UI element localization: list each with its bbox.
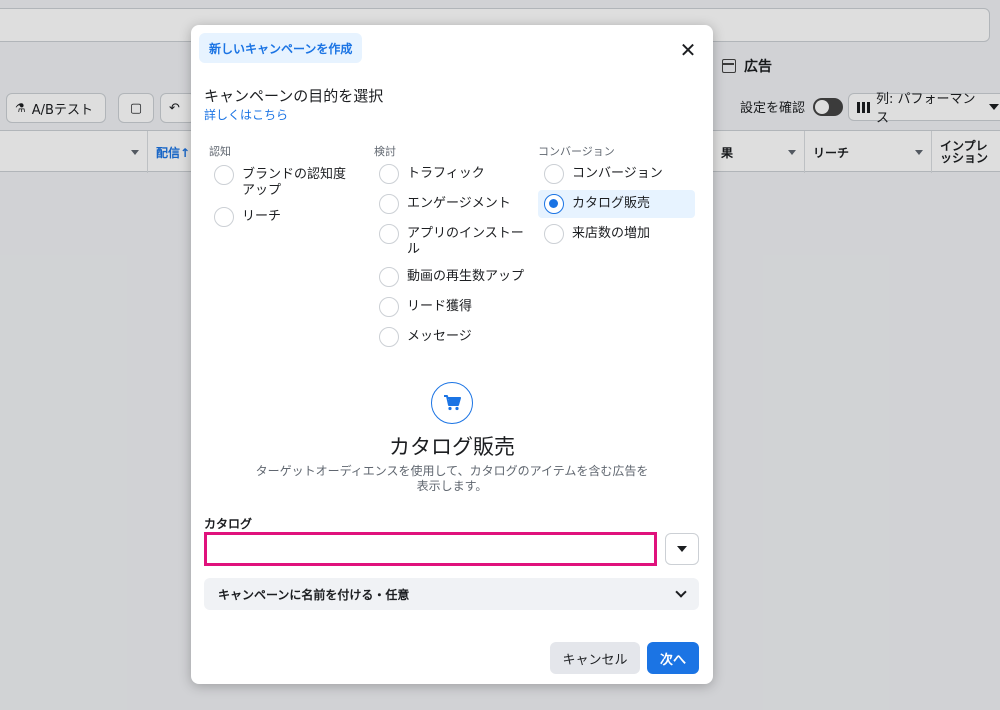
option-label: 動画の再生数アップ bbox=[407, 269, 525, 284]
catalog-label: カタログ bbox=[204, 517, 253, 531]
objective-option-reach[interactable]: リーチ bbox=[214, 207, 281, 227]
close-icon: ✕ bbox=[679, 38, 697, 62]
radio-button[interactable] bbox=[379, 297, 399, 317]
objective-option-engagement[interactable]: エンゲージメント bbox=[379, 194, 511, 214]
option-label: リーチ bbox=[242, 209, 282, 224]
campaign-name-expander[interactable]: キャンペーンに名前を付ける・任意 bbox=[204, 578, 699, 610]
option-label: エンゲージメント bbox=[407, 196, 511, 211]
group-label-conversion: コンバージョン bbox=[538, 145, 615, 158]
objective-option-brand-awareness[interactable]: ブランドの認知度アップ bbox=[214, 165, 354, 199]
radio-button[interactable] bbox=[544, 224, 564, 244]
radio-button[interactable] bbox=[379, 327, 399, 347]
option-label: ブランドの認知度アップ bbox=[242, 167, 347, 198]
objective-option-conversions[interactable]: コンバージョン bbox=[544, 164, 663, 184]
chevron-down-icon bbox=[675, 586, 687, 598]
option-label: メッセージ bbox=[407, 329, 472, 344]
catalog-select-field[interactable] bbox=[204, 532, 657, 566]
selected-objective-title: カタログ販売 bbox=[389, 435, 515, 459]
option-label: アプリのインストール bbox=[407, 226, 524, 257]
group-label-awareness: 認知 bbox=[209, 145, 231, 158]
selected-objective-description: ターゲットオーディエンスを使用して、カタログのアイテムを含む広告を表示します。 bbox=[255, 464, 649, 493]
radio-button-selected[interactable] bbox=[544, 194, 564, 214]
chevron-down-icon bbox=[677, 546, 687, 552]
objective-option-catalog-sales[interactable]: カタログ販売 bbox=[538, 190, 695, 218]
objective-option-app-installs[interactable]: アプリのインストール bbox=[379, 224, 529, 258]
option-label: カタログ販売 bbox=[572, 196, 651, 211]
option-label: コンバージョン bbox=[572, 166, 663, 181]
objective-heading: キャンペーンの目的を選択 bbox=[204, 87, 384, 105]
group-label-consideration: 検討 bbox=[374, 145, 396, 158]
next-button[interactable]: 次へ bbox=[647, 642, 699, 674]
shopping-cart-icon bbox=[431, 382, 473, 424]
option-label: 来店数の増加 bbox=[572, 226, 651, 241]
objective-option-lead-generation[interactable]: リード獲得 bbox=[379, 297, 472, 317]
cancel-button[interactable]: キャンセル bbox=[550, 642, 640, 674]
option-label: リード獲得 bbox=[407, 299, 473, 314]
radio-button[interactable] bbox=[214, 165, 234, 185]
learn-more-link[interactable]: 詳しくはこちら bbox=[204, 106, 288, 123]
radio-button[interactable] bbox=[379, 164, 399, 184]
objective-option-video-views[interactable]: 動画の再生数アップ bbox=[379, 267, 524, 287]
dialog-tab[interactable]: 新しいキャンペーンを作成 bbox=[199, 33, 363, 63]
campaign-name-label: キャンペーンに名前を付ける・任意 bbox=[218, 587, 410, 602]
radio-button[interactable] bbox=[544, 164, 564, 184]
objective-option-store-traffic[interactable]: 来店数の増加 bbox=[544, 224, 650, 244]
radio-button[interactable] bbox=[379, 267, 399, 287]
radio-button[interactable] bbox=[214, 207, 234, 227]
close-button[interactable]: ✕ bbox=[677, 38, 699, 62]
option-label: トラフィック bbox=[407, 166, 485, 181]
radio-button[interactable] bbox=[379, 224, 399, 244]
objective-option-traffic[interactable]: トラフィック bbox=[379, 164, 485, 184]
create-campaign-dialog: 新しいキャンペーンを作成 ✕ キャンペーンの目的を選択 詳しくはこちら 認知 ブ… bbox=[191, 25, 713, 684]
radio-button[interactable] bbox=[379, 194, 399, 214]
catalog-dropdown-button[interactable] bbox=[665, 533, 699, 565]
objective-option-messages[interactable]: メッセージ bbox=[379, 327, 472, 347]
cart-glyph bbox=[444, 395, 461, 411]
